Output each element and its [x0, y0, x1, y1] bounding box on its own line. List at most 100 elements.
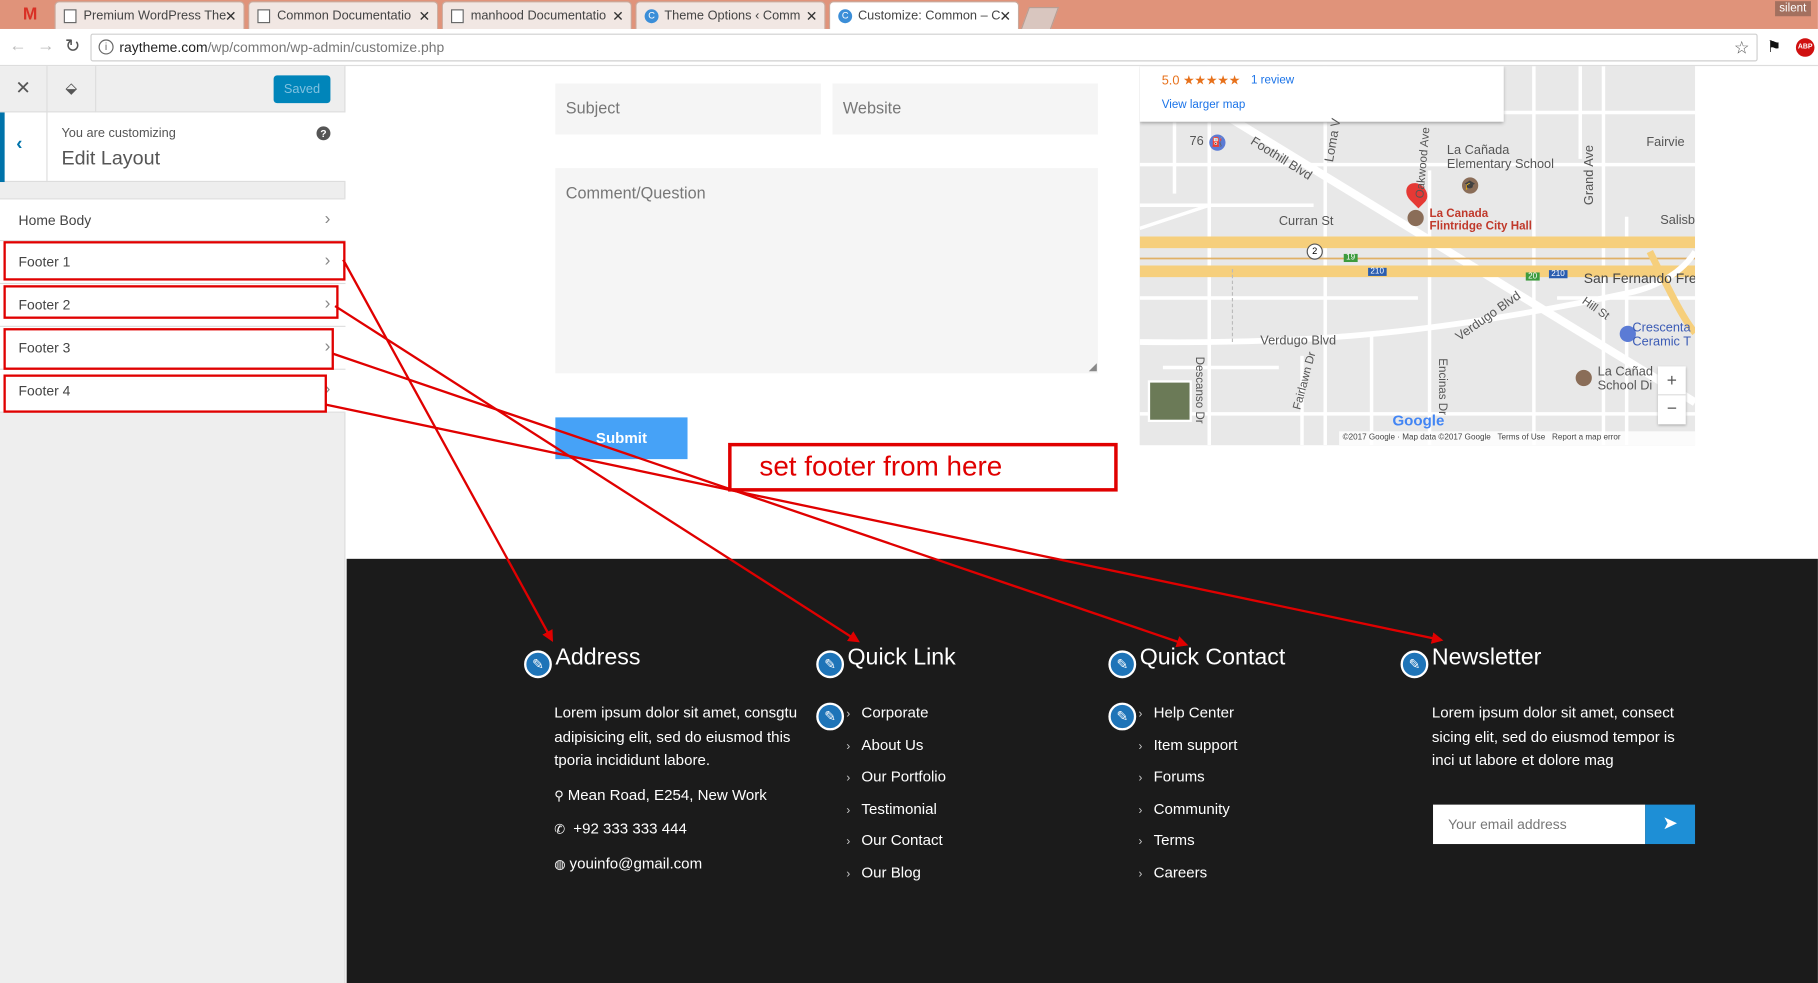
map-rating: 5.0 ★★★★★: [1161, 74, 1241, 89]
extension-icon[interactable]: ⚑: [1767, 37, 1782, 57]
browser-tab[interactable]: Premium WordPress The ✕: [54, 1, 245, 29]
address-email: ◍ youinfo@gmail.com: [554, 854, 702, 871]
saved-button[interactable]: Saved: [273, 75, 331, 104]
tab-label: Customize: Common – C: [857, 9, 1001, 24]
link-label: Our Portfolio: [861, 767, 947, 785]
link-label: Our Contact: [861, 831, 943, 849]
city-hall-icon: [1407, 209, 1424, 227]
close-icon[interactable]: ✕: [0, 66, 48, 113]
footer-link[interactable]: › Our Contact: [846, 831, 942, 848]
footer-link[interactable]: › Careers: [1139, 864, 1208, 881]
sidebar-item-home-body[interactable]: Home Body ›: [0, 198, 346, 242]
school-icon: 🎓: [1462, 177, 1479, 194]
customizer-sidebar: ✕ ⬙ Saved ‹ You are customizing Edit Lay…: [0, 66, 346, 983]
footer-link[interactable]: › Item support: [1139, 736, 1238, 753]
zoom-out-button[interactable]: −: [1658, 395, 1686, 424]
chevron-right-icon: ›: [846, 835, 851, 849]
terms-link[interactable]: Terms of Use: [1497, 434, 1545, 442]
send-button[interactable]: ➤: [1645, 804, 1696, 845]
info-icon[interactable]: i: [98, 39, 114, 55]
collapse-icon[interactable]: ⬙: [48, 66, 97, 113]
new-tab-button[interactable]: [1020, 6, 1060, 29]
close-icon[interactable]: ✕: [225, 8, 237, 24]
subject-field[interactable]: Subject: [555, 83, 821, 135]
section-header: ‹ You are customizing Edit Layout ?: [0, 112, 346, 183]
footer-link[interactable]: › Our Portfolio: [846, 768, 946, 785]
help-icon[interactable]: ?: [316, 126, 331, 141]
map-marker-icon: ⚲: [554, 789, 564, 804]
back-icon[interactable]: ←: [9, 36, 26, 56]
link-label: Our Blog: [861, 863, 921, 882]
interstate-shield: 210: [1548, 270, 1568, 279]
view-larger-map-link[interactable]: View larger map: [1162, 99, 1246, 112]
close-icon[interactable]: ✕: [999, 8, 1011, 24]
edit-icon[interactable]: ✎: [1108, 650, 1137, 679]
address-text: Lorem ipsum dolor sit amet, consgtu adip…: [554, 703, 798, 769]
chevron-right-icon: ›: [1138, 708, 1143, 722]
footer-link[interactable]: › Terms: [1139, 831, 1195, 848]
google-map[interactable]: 5.0 ★★★★★ 1 review View larger map 76 ⛽ …: [1139, 66, 1696, 446]
chevron-right-icon: ›: [324, 208, 331, 229]
browser-tab[interactable]: manhood Documentatio ✕: [441, 1, 632, 29]
edit-icon[interactable]: ✎: [816, 650, 845, 679]
adblock-icon[interactable]: ABP: [1795, 38, 1815, 57]
subject-placeholder: Subject: [565, 98, 620, 118]
forward-icon[interactable]: →: [37, 36, 54, 56]
zoom-in-button[interactable]: +: [1657, 366, 1686, 396]
link-label: Corporate: [861, 703, 929, 722]
close-icon[interactable]: ✕: [806, 8, 818, 24]
map-credits-bar: ©2017 Google · Map data ©2017 Google Ter…: [1339, 431, 1696, 446]
edit-icon[interactable]: ✎: [524, 650, 552, 679]
annotation-callout: set footer from here: [728, 442, 1118, 492]
browser-tab[interactable]: Common Documentatio ✕: [248, 1, 439, 29]
browser-tab[interactable]: C Theme Options ‹ Comm ✕: [635, 1, 826, 29]
newsletter-heading: Newsletter: [1431, 644, 1542, 671]
map-reviews-link[interactable]: 1 review: [1251, 74, 1294, 87]
browser-tab-active[interactable]: C Customize: Common – C ✕: [828, 1, 1020, 29]
footer-link[interactable]: › About Us: [846, 736, 923, 753]
profile-badge[interactable]: silent: [1774, 1, 1811, 17]
close-icon[interactable]: ✕: [418, 8, 430, 24]
footer-link[interactable]: › Our Blog: [846, 864, 921, 881]
globe-icon: ◍: [554, 857, 566, 872]
map-label: San Fernando Fre: [1583, 270, 1696, 287]
newsletter-text: Lorem ipsum dolor sit amet, consect sici…: [1431, 703, 1675, 769]
star-icon[interactable]: ☆: [1734, 37, 1750, 58]
customizer-header: ✕ ⬙ Saved: [0, 66, 346, 113]
close-icon[interactable]: ✕: [612, 8, 624, 24]
map-label: Curran St: [1278, 214, 1334, 229]
chevron-right-icon: ›: [846, 740, 851, 754]
resize-handle-icon[interactable]: ◢: [1089, 361, 1097, 374]
back-button[interactable]: ‹: [0, 112, 48, 183]
report-map-error-link[interactable]: Report a map error: [1552, 434, 1621, 442]
map-label: Verdugo Blvd: [1260, 333, 1337, 348]
page-icon: [63, 9, 77, 24]
footer-link[interactable]: › Help Center: [1139, 704, 1235, 721]
website-field[interactable]: Website: [832, 83, 1098, 135]
browser-tab-bar: M Premium WordPress The ✕ Common Documen…: [0, 0, 1818, 29]
submit-button[interactable]: Submit: [555, 417, 688, 460]
gmail-icon[interactable]: M: [16, 5, 44, 26]
url-input[interactable]: i raytheme.com/wp/common/wp-admin/custom…: [90, 33, 1758, 62]
address-phone: ✆ +92 333 333 444: [554, 820, 687, 837]
edit-icon[interactable]: ✎: [1400, 650, 1429, 679]
email-placeholder: Your email address: [1448, 816, 1567, 833]
edit-icon[interactable]: ✎: [1108, 702, 1137, 731]
highlight-footer-3: [3, 328, 334, 370]
page-icon: [257, 9, 271, 24]
newsletter-email-input[interactable]: Your email address: [1433, 804, 1646, 845]
comment-field[interactable]: Comment/Question ◢: [555, 168, 1098, 374]
zoom-controls: + −: [1657, 366, 1686, 425]
chevron-right-icon: ›: [1138, 868, 1143, 882]
edit-icon[interactable]: ✎: [816, 702, 845, 731]
footer-link[interactable]: › Corporate: [846, 704, 928, 721]
footer-link[interactable]: › Community: [1139, 800, 1230, 817]
footer-link[interactable]: › Forums: [1139, 768, 1205, 785]
url-host: raytheme.com: [119, 39, 208, 56]
link-label: Item support: [1153, 736, 1238, 754]
footer-link[interactable]: › Testimonial: [846, 800, 936, 817]
comment-placeholder: Comment/Question: [565, 183, 706, 202]
route-marker: 2: [1306, 243, 1323, 260]
reload-icon[interactable]: ↻: [65, 35, 81, 58]
customizing-label: You are customizing: [61, 126, 176, 141]
